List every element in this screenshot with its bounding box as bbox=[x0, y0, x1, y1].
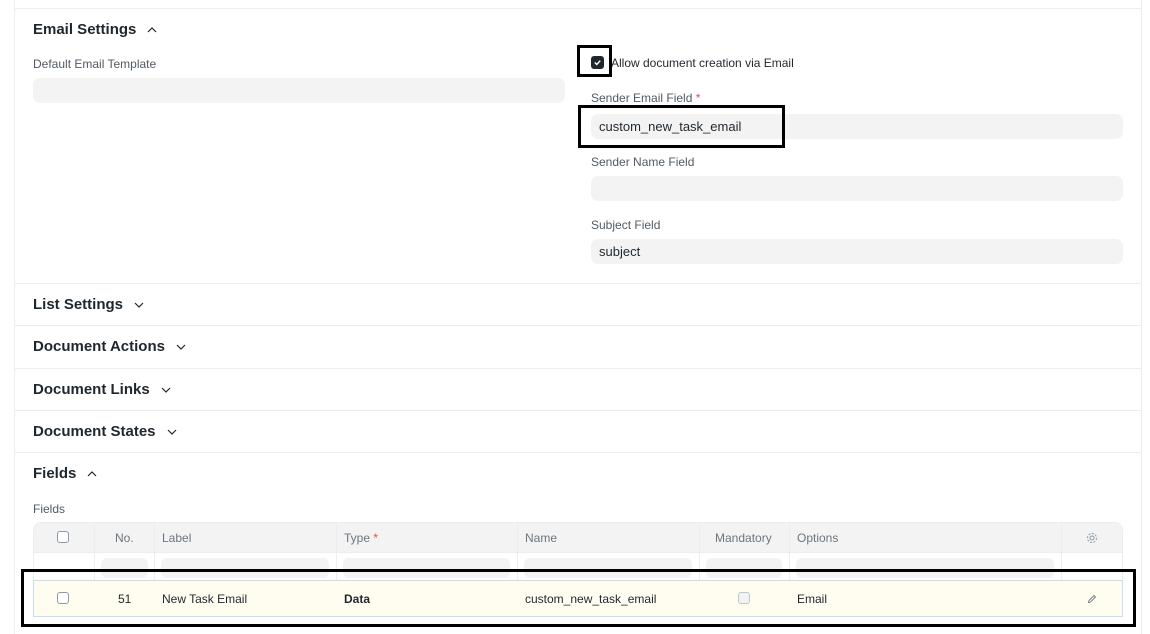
column-no: No. bbox=[115, 531, 134, 545]
section-document-links[interactable]: Document Links bbox=[33, 381, 174, 398]
section-document-actions[interactable]: Document Actions bbox=[33, 338, 189, 355]
divider bbox=[15, 368, 1141, 369]
divider bbox=[15, 325, 1141, 326]
section-title: List Settings bbox=[33, 296, 124, 313]
subject-field-input[interactable]: subject bbox=[591, 239, 1123, 264]
highlight-row bbox=[21, 569, 1136, 627]
column-name: Name bbox=[525, 531, 558, 545]
divider bbox=[15, 410, 1141, 411]
section-title: Fields bbox=[33, 465, 77, 482]
select-all-checkbox[interactable] bbox=[57, 531, 69, 543]
chevron-down-icon bbox=[161, 387, 171, 393]
section-title: Email Settings bbox=[33, 21, 137, 38]
section-title: Document States bbox=[33, 423, 156, 440]
sender-name-label: Sender Name Field bbox=[591, 155, 695, 169]
grid-header bbox=[33, 522, 1123, 553]
column-mandatory: Mandatory bbox=[715, 531, 772, 545]
column-type: Type * bbox=[344, 531, 379, 545]
chevron-up-icon bbox=[147, 26, 157, 32]
fields-table-label: Fields bbox=[33, 502, 66, 516]
section-fields[interactable]: Fields bbox=[33, 465, 100, 482]
chevron-up-icon bbox=[87, 470, 97, 476]
section-title: Document Links bbox=[33, 381, 150, 398]
chevron-down-icon bbox=[134, 302, 144, 308]
divider bbox=[15, 283, 1141, 284]
section-list-settings[interactable]: List Settings bbox=[33, 296, 147, 313]
highlight-checkbox bbox=[577, 45, 612, 77]
section-email-settings[interactable]: Email Settings bbox=[33, 21, 160, 38]
default-email-template-label: Default Email Template bbox=[33, 57, 157, 71]
gear-icon[interactable] bbox=[1086, 532, 1098, 544]
top-divider bbox=[14, 8, 1142, 9]
chevron-down-icon bbox=[176, 344, 186, 350]
allow-creation-label: Allow document creation via Email bbox=[611, 56, 794, 70]
highlight-sender-email bbox=[578, 105, 785, 148]
subject-field-label: Subject Field bbox=[591, 218, 661, 232]
divider bbox=[15, 452, 1141, 453]
sender-name-input[interactable] bbox=[591, 176, 1123, 201]
default-email-template-input[interactable] bbox=[33, 78, 565, 103]
column-label: Label bbox=[162, 531, 192, 545]
section-document-states[interactable]: Document States bbox=[33, 423, 180, 440]
chevron-down-icon bbox=[167, 429, 176, 435]
section-title: Document Actions bbox=[33, 338, 165, 355]
column-options: Options bbox=[797, 531, 839, 545]
sender-email-label: Sender Email Field * bbox=[591, 91, 701, 105]
